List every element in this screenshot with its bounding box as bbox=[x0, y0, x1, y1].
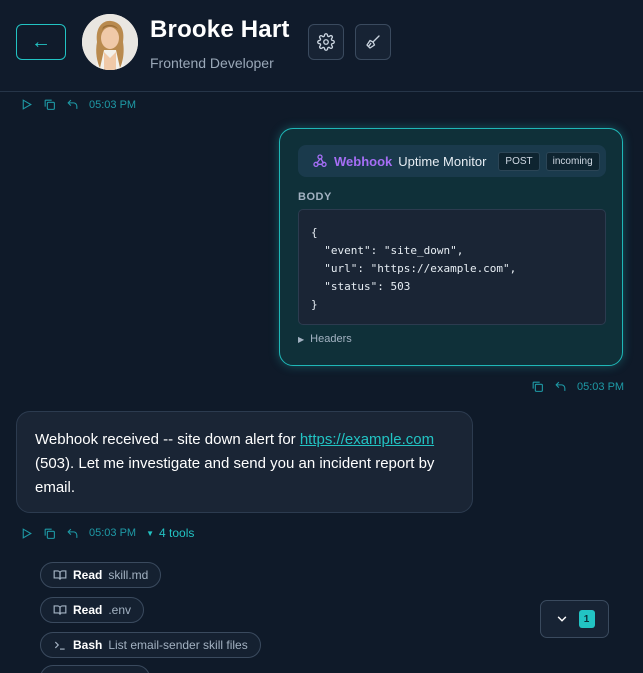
tool-chip-partial[interactable] bbox=[40, 665, 150, 673]
webhook-brand: Webhook bbox=[334, 153, 393, 169]
contact-name: Brooke Hart bbox=[150, 16, 290, 43]
tool-arg: List email-sender skill files bbox=[108, 638, 248, 652]
reply-text-end: (503). Let me investigate and send you a… bbox=[35, 455, 435, 496]
gear-icon bbox=[317, 33, 335, 51]
play-icon[interactable] bbox=[20, 527, 33, 540]
arrow-left-icon: ← bbox=[31, 30, 51, 53]
tool-name: Read bbox=[73, 603, 103, 617]
method-badge: POST bbox=[498, 151, 540, 171]
contact-role: Frontend Developer bbox=[150, 55, 274, 71]
assistant-message: Webhook received -- site down alert for … bbox=[16, 411, 473, 513]
tool-chip[interactable]: Read skill.md bbox=[40, 562, 162, 588]
copy-icon[interactable] bbox=[43, 98, 56, 111]
webhook-header: Webhook Uptime Monitor POST incoming bbox=[298, 145, 606, 177]
chevron-down-icon bbox=[557, 616, 566, 622]
headers-label: Headers bbox=[310, 333, 352, 345]
headers-toggle[interactable]: ▶ Headers bbox=[298, 333, 352, 345]
message-actions: 05:03 PM bbox=[20, 98, 136, 111]
triangle-right-icon: ▶ bbox=[298, 334, 305, 344]
reply-text: Webhook received -- site down alert for bbox=[35, 431, 300, 448]
webhook-icon bbox=[313, 154, 327, 167]
scroll-to-bottom-button[interactable]: 1 bbox=[540, 600, 609, 638]
copy-icon[interactable] bbox=[531, 380, 544, 393]
tool-name: Read bbox=[73, 568, 103, 582]
tools-count: 4 tools bbox=[159, 526, 195, 540]
tool-name: Bash bbox=[73, 638, 103, 652]
message-time: 05:03 PM bbox=[577, 380, 625, 393]
chat-header: ← Brooke Hart Frontend Developer bbox=[0, 0, 643, 92]
webhook-name: Uptime Monitor bbox=[398, 153, 487, 169]
direction-badge: incoming bbox=[545, 151, 600, 171]
reply-actions: 05:03 PM ▼ 4 tools bbox=[20, 526, 194, 540]
play-icon[interactable] bbox=[20, 98, 33, 111]
webhook-message: Webhook Uptime Monitor POST incoming BOD… bbox=[279, 128, 623, 366]
reply-icon[interactable] bbox=[66, 98, 79, 111]
back-button[interactable]: ← bbox=[16, 24, 66, 60]
message-time: 05:03 PM bbox=[89, 98, 137, 111]
tools-toggle[interactable]: ▼ 4 tools bbox=[146, 526, 194, 540]
clear-chat-button[interactable] bbox=[355, 24, 391, 60]
broom-icon bbox=[366, 35, 380, 49]
reply-icon[interactable] bbox=[554, 380, 567, 393]
tool-arg: skill.md bbox=[108, 568, 149, 582]
book-icon bbox=[53, 605, 67, 615]
message-time: 05:03 PM bbox=[89, 527, 137, 539]
triangle-down-icon: ▼ bbox=[146, 528, 155, 538]
webhook-body: { "event": "site_down", "url": "https://… bbox=[298, 209, 606, 325]
tool-chip[interactable]: Read .env bbox=[40, 597, 145, 623]
avatar bbox=[82, 14, 138, 70]
tool-arg: .env bbox=[108, 603, 132, 617]
unread-badge: 1 bbox=[578, 610, 595, 628]
example-link[interactable]: https://example.com bbox=[300, 431, 434, 448]
settings-button[interactable] bbox=[308, 24, 344, 60]
book-icon bbox=[53, 570, 67, 580]
tool-chip[interactable]: Bash List email-sender skill files bbox=[40, 632, 261, 658]
reply-icon[interactable] bbox=[66, 527, 79, 540]
webhook-actions: 05:03 PM bbox=[531, 380, 624, 393]
terminal-icon bbox=[54, 641, 65, 650]
copy-icon[interactable] bbox=[43, 527, 56, 540]
body-label: BODY bbox=[298, 191, 332, 203]
